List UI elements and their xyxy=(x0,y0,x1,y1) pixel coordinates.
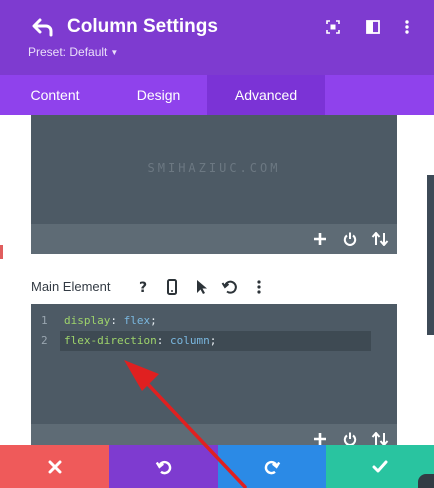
power-icon[interactable] xyxy=(342,232,358,246)
sidebar-layout-icon[interactable] xyxy=(366,19,380,35)
scrollbar[interactable] xyxy=(427,175,434,335)
cancel-button[interactable] xyxy=(0,445,109,488)
code-line-current[interactable]: 2 flex-direction: column; xyxy=(31,331,397,351)
modal-header: Column Settings Preset: Default ▼ xyxy=(0,0,434,75)
undo-icon xyxy=(155,460,171,474)
code-text: display: flex; xyxy=(64,314,157,327)
modal-footer xyxy=(0,445,434,488)
svg-text:?: ? xyxy=(139,280,147,296)
editor-toolbar xyxy=(31,224,397,254)
tab-content[interactable]: Content xyxy=(0,75,110,115)
cursor-icon[interactable] xyxy=(192,278,210,296)
line-number: 1 xyxy=(41,314,48,327)
css-property: display xyxy=(64,314,111,327)
resize-handle[interactable] xyxy=(418,474,434,488)
code-line[interactable]: 1 display: flex; xyxy=(31,311,397,331)
undo-icon[interactable] xyxy=(221,278,239,296)
power-icon[interactable] xyxy=(342,432,358,445)
main-element-label: Main Element xyxy=(31,279,111,294)
more-vertical-icon[interactable] xyxy=(250,278,268,296)
css-value: flex xyxy=(123,314,151,327)
css-value: column xyxy=(169,334,210,347)
focus-expand-icon[interactable] xyxy=(326,19,340,35)
close-icon xyxy=(48,460,61,473)
plus-icon[interactable] xyxy=(312,232,328,246)
line-number: 2 xyxy=(41,334,48,347)
redo-icon xyxy=(264,460,281,474)
mobile-icon[interactable] xyxy=(163,278,181,296)
main-element-row: Main Element ? xyxy=(31,277,397,297)
sort-arrows-icon[interactable] xyxy=(371,432,390,445)
settings-tabs: Content Design Advanced xyxy=(0,75,434,115)
chevron-down-icon: ▼ xyxy=(110,48,119,57)
undo-button[interactable] xyxy=(109,445,218,488)
preset-label: Preset: Default xyxy=(28,45,108,59)
editor-toolbar xyxy=(31,424,397,445)
tab-design[interactable]: Design xyxy=(110,75,207,115)
css-editor-before[interactable]: SMIHAZIUC.COM xyxy=(31,115,397,254)
code-text: flex-direction: column; xyxy=(64,334,217,347)
modal-title: Column Settings xyxy=(67,16,218,37)
preset-dropdown[interactable]: Preset: Default ▼ xyxy=(28,45,118,59)
css-property: flex-direction xyxy=(64,334,157,347)
settings-content: SMIHAZIUC.COM Main Element ? 1 display: … xyxy=(0,115,434,445)
help-icon[interactable]: ? xyxy=(134,278,152,296)
back-arrow-icon[interactable] xyxy=(32,17,54,37)
redo-button[interactable] xyxy=(218,445,326,488)
tab-advanced[interactable]: Advanced xyxy=(207,75,325,115)
edge-marker xyxy=(0,245,3,259)
more-vertical-icon[interactable] xyxy=(400,19,414,35)
main-element-css-editor[interactable]: 1 display: flex; 2 flex-direction: colum… xyxy=(31,304,397,445)
plus-icon[interactable] xyxy=(312,432,328,445)
watermark: SMIHAZIUC.COM xyxy=(147,161,281,175)
sort-arrows-icon[interactable] xyxy=(371,232,390,246)
check-icon xyxy=(372,460,388,472)
